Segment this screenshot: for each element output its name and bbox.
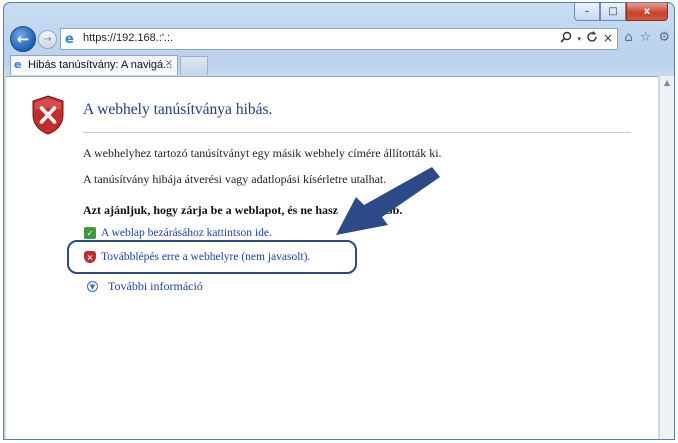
new-tab-button[interactable]: [180, 56, 208, 75]
expand-chevron-icon: ▼: [87, 281, 98, 292]
tab-active[interactable]: e Hibás tanúsítvány: A navigá... ×: [10, 55, 178, 75]
close-page-link[interactable]: ✓ A weblap bezárásához kattintson ide.: [84, 227, 272, 239]
more-info-link[interactable]: ▼ További információ: [87, 279, 203, 294]
home-icon[interactable]: ⌂: [624, 30, 632, 45]
page-content: A webhely tanúsítványa hibás. A webhelyh…: [6, 76, 658, 439]
annotation-arrow-icon: [336, 167, 440, 235]
annotation-highlight-box: [67, 240, 357, 274]
forward-arrow-icon: →: [43, 34, 52, 45]
back-arrow-icon: ←: [16, 30, 30, 48]
tab-title: Hibás tanúsítvány: A navigá...: [28, 59, 173, 71]
close-page-link-text[interactable]: A weblap bezárásához kattintson ide.: [101, 227, 272, 239]
gear-icon[interactable]: ⚙: [658, 30, 670, 45]
divider: [83, 132, 631, 133]
navigation-bar: ← → e https://192.168.:'.:. ▾ × ⌂ ☆ ⚙: [8, 25, 672, 53]
address-tools: ▾ ×: [560, 31, 613, 47]
close-tab-icon[interactable]: ×: [165, 58, 173, 69]
tab-row: e Hibás tanúsítvány: A navigá... ×: [8, 55, 672, 75]
url-text[interactable]: https://192.168.:'.:.: [83, 32, 173, 44]
stop-icon[interactable]: ×: [603, 31, 613, 47]
chevron-down-icon[interactable]: ▾: [577, 31, 581, 47]
ie-icon: e: [65, 32, 74, 47]
description-paragraph: A webhelyhez tartozó tanúsítványt egy má…: [83, 146, 442, 160]
forward-button[interactable]: →: [38, 30, 57, 49]
checkmark-shield-icon: ✓: [84, 227, 96, 239]
address-bar[interactable]: e https://192.168.:'.:. ▾ ×: [60, 28, 618, 50]
shield-error-icon: [32, 95, 64, 135]
refresh-icon[interactable]: [586, 31, 598, 47]
maximize-button[interactable]: □: [600, 3, 626, 21]
vertical-scrollbar[interactable]: ▲: [659, 76, 674, 439]
back-button[interactable]: ←: [10, 26, 36, 52]
ie-tab-icon: e: [14, 58, 22, 71]
minimize-button[interactable]: –: [574, 3, 600, 21]
browser-tools: ⌂ ☆ ⚙: [624, 30, 670, 45]
close-window-button[interactable]: x: [626, 3, 668, 21]
window-caption-buttons: – □ x: [574, 3, 668, 21]
search-icon[interactable]: [560, 31, 572, 47]
more-info-text[interactable]: További információ: [108, 279, 203, 294]
favorites-icon[interactable]: ☆: [640, 30, 652, 45]
browser-window: – □ x ← → e https://192.168.:'.:. ▾ × ⌂ …: [3, 2, 675, 440]
page-title: A webhely tanúsítványa hibás.: [83, 101, 273, 118]
scroll-up-icon[interactable]: ▲: [660, 78, 674, 92]
